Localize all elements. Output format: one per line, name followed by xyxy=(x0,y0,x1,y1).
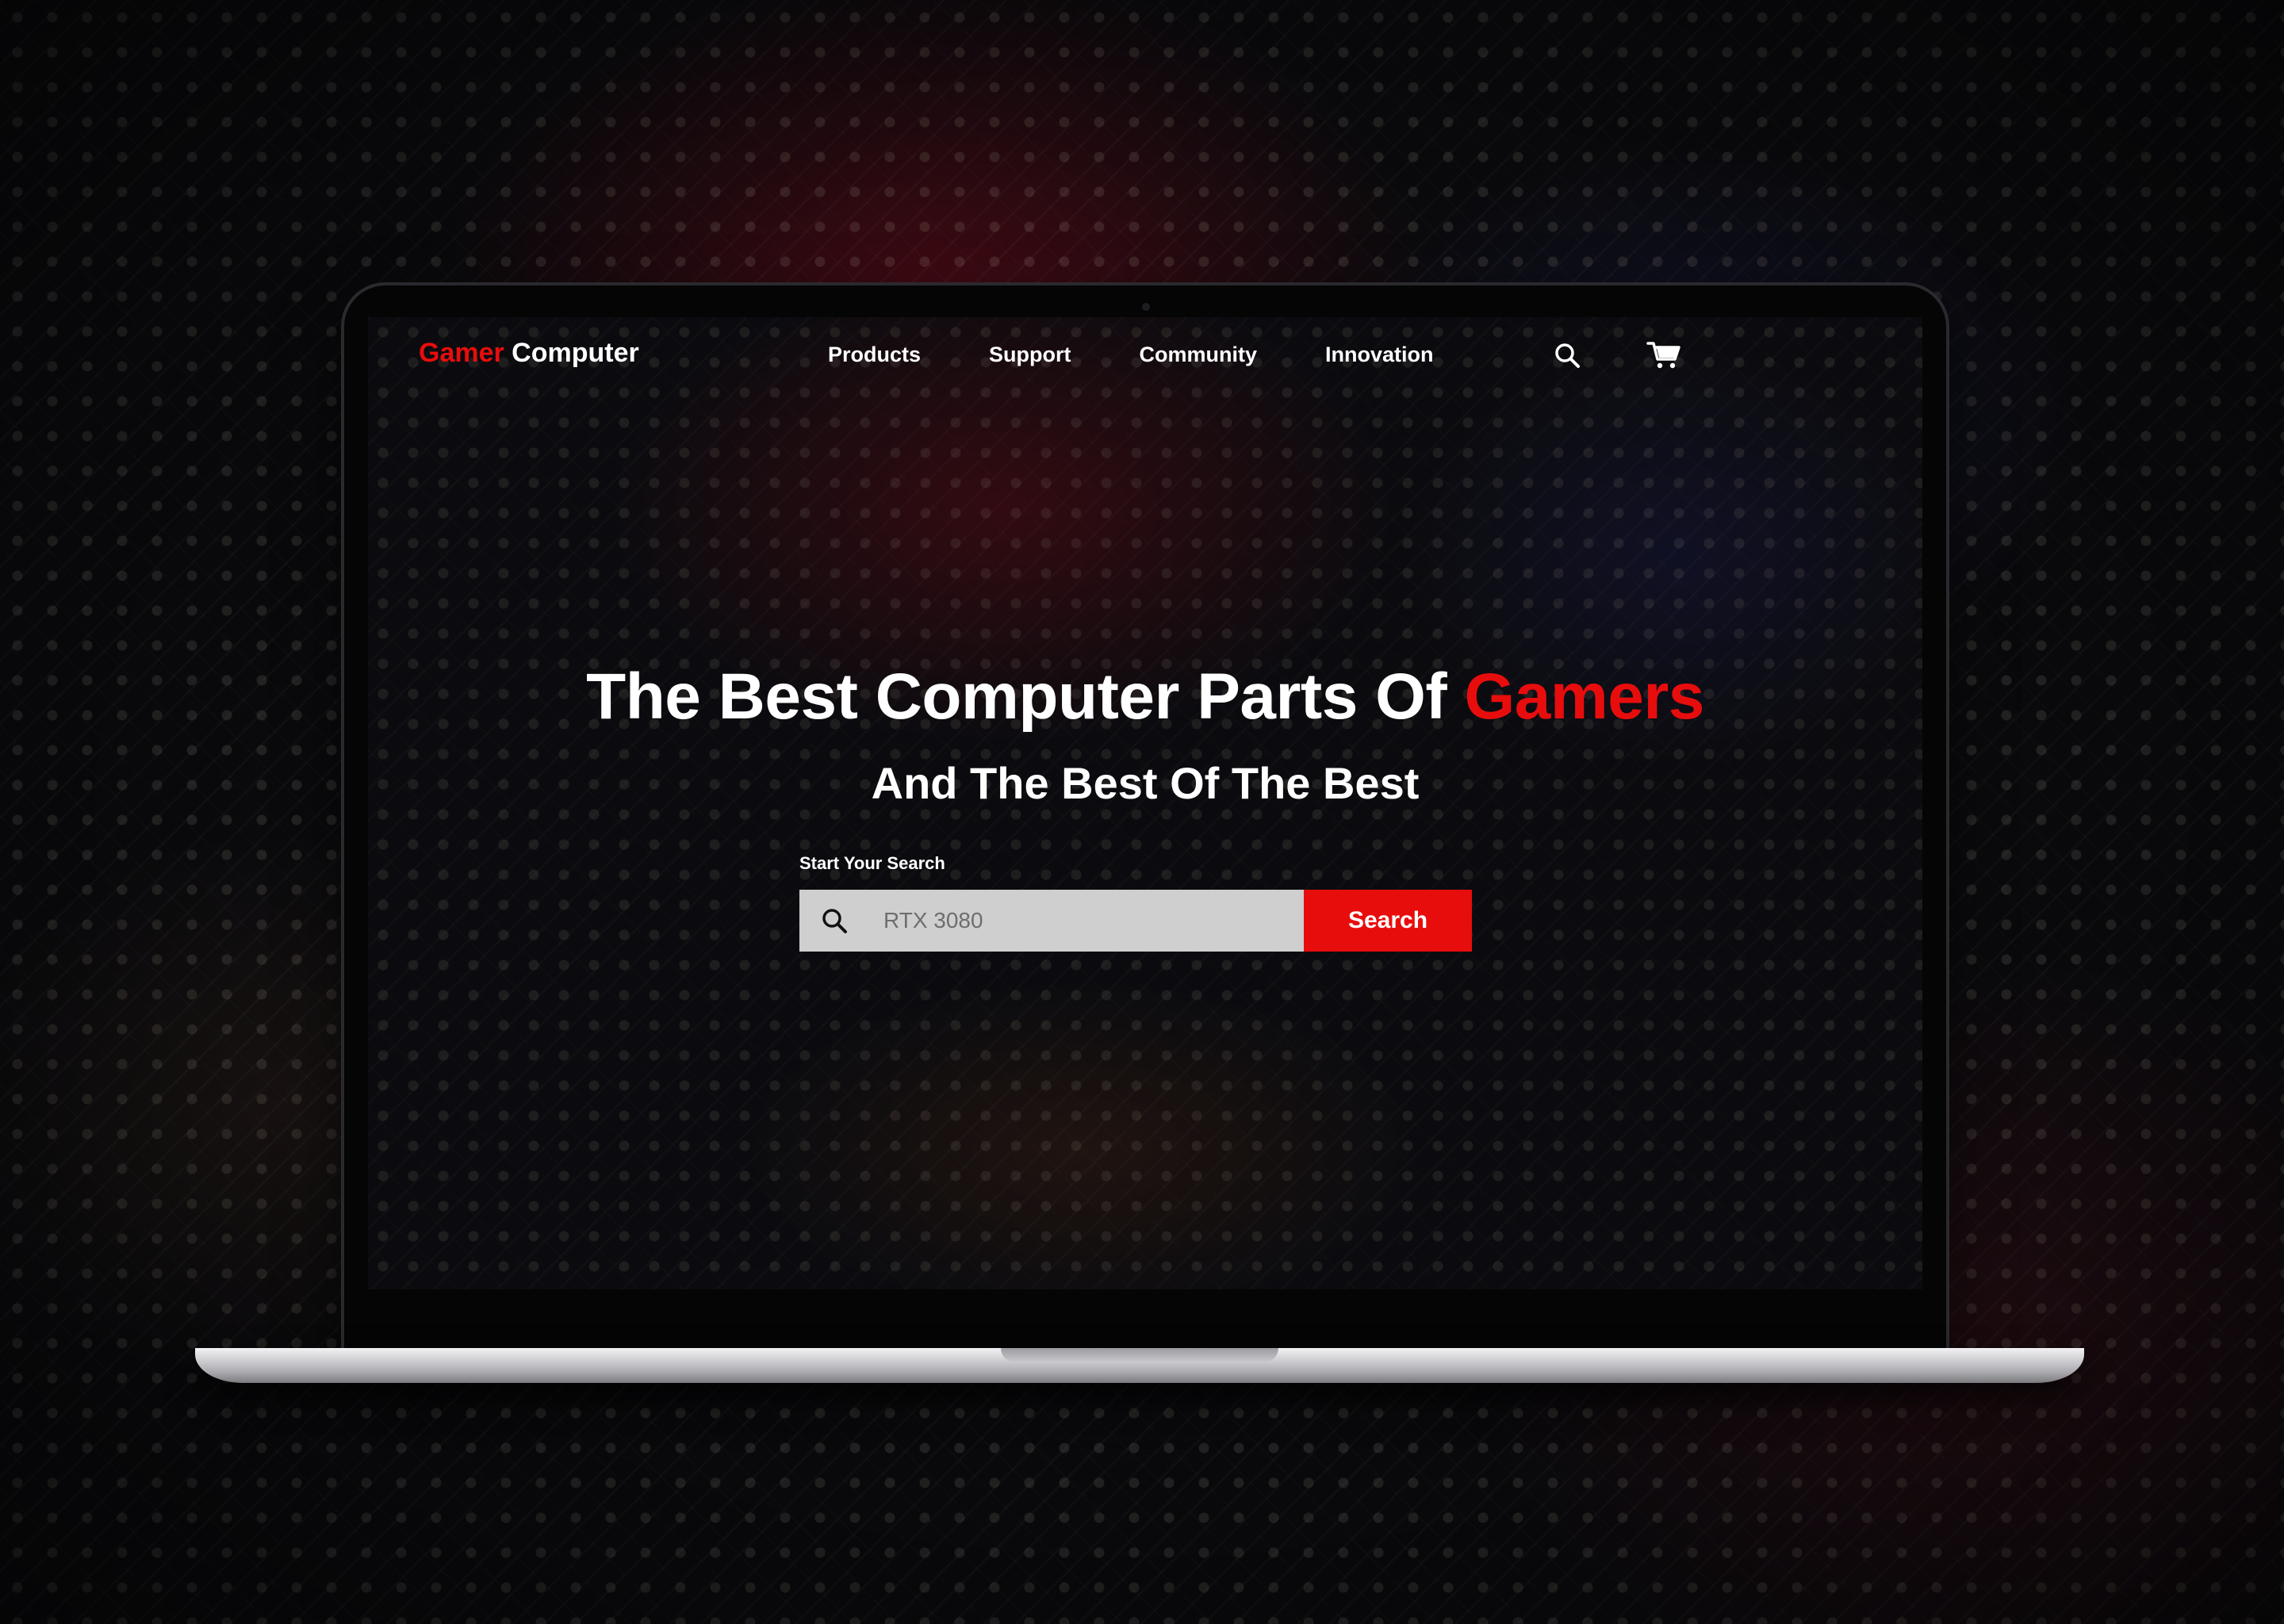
search-input[interactable] xyxy=(869,897,1296,944)
nav-link-innovation[interactable]: Innovation xyxy=(1325,343,1434,367)
background-scene: Gamer Computer Products Support Communit… xyxy=(0,0,2284,1624)
hero-title-accent: Gamers xyxy=(1464,661,1704,733)
search-label: Start Your Search xyxy=(799,853,945,873)
hero-title-main: The Best Computer Parts Of xyxy=(586,661,1465,733)
hero-title: The Best Computer Parts Of Gamers xyxy=(368,660,1922,734)
search-field xyxy=(799,890,1304,952)
hero-subtitle: And The Best Of The Best xyxy=(871,758,1420,808)
nav-cart-button[interactable] xyxy=(1646,338,1681,373)
laptop-lid: Gamer Computer Products Support Communit… xyxy=(344,285,1946,1350)
logo-accent-text: Gamer xyxy=(419,338,504,368)
search-icon xyxy=(1555,343,1580,368)
laptop-screen: Gamer Computer Products Support Communit… xyxy=(368,317,1922,1289)
nav-link-products[interactable]: Products xyxy=(828,343,921,367)
search-button[interactable]: Search xyxy=(1304,890,1472,952)
search-field-icon-wrap xyxy=(799,890,869,952)
laptop-base xyxy=(195,1348,2084,1383)
laptop-notch xyxy=(1001,1348,1278,1362)
nav-search-button[interactable] xyxy=(1550,338,1585,373)
search-icon xyxy=(822,909,847,933)
search-bar: Search xyxy=(799,890,1472,952)
top-nav: Gamer Computer Products Support Communit… xyxy=(368,317,1922,396)
nav-link-support[interactable]: Support xyxy=(989,343,1071,367)
camera-icon xyxy=(1142,303,1150,311)
cart-icon xyxy=(1646,342,1680,369)
nav-link-community[interactable]: Community xyxy=(1140,343,1258,367)
logo-text: Computer xyxy=(504,338,639,368)
site-logo[interactable]: Gamer Computer xyxy=(419,338,639,369)
nav-links: Products Support Community Innovation xyxy=(828,343,1434,367)
